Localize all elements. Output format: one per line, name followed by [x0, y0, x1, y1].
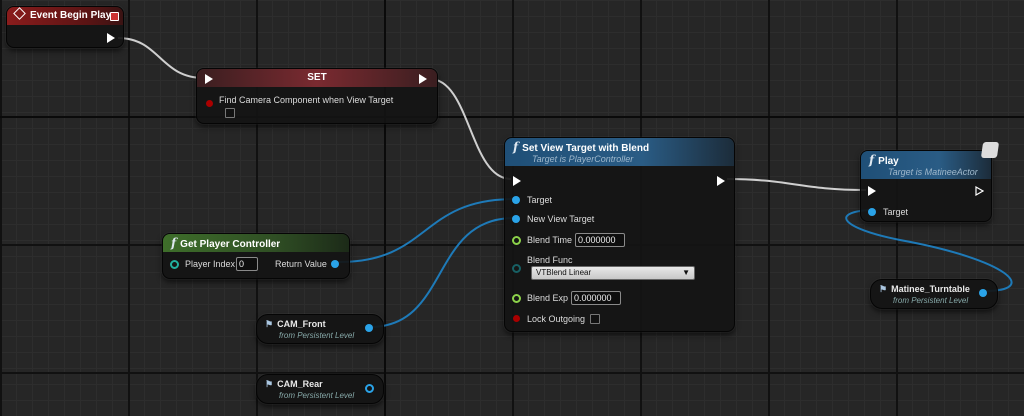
exec-out-pin[interactable] [107, 33, 115, 43]
matinee-subtitle: from Persistent Level [893, 296, 969, 305]
svt-blend-time-label: Blend Time [527, 235, 573, 245]
cam-front-title: CAM_Front [277, 319, 326, 329]
svt-blend-func-pin[interactable] [512, 264, 521, 273]
actor-variable-icon: ⚑ [265, 379, 274, 389]
set-exec-out-pin[interactable] [419, 74, 427, 84]
grid-axis-horizontal [0, 116, 1024, 118]
function-f-icon: f [513, 140, 519, 154]
cam-front-subtitle: from Persistent Level [279, 331, 355, 340]
gpc-player-index-pin[interactable] [170, 260, 179, 269]
svt-lock-outgoing-label: Lock Outgoing [527, 314, 586, 324]
svt-new-view-target-label: New View Target [527, 214, 595, 224]
actor-variable-icon: ⚑ [265, 319, 274, 329]
set-property-label: Find Camera Component when View Target [219, 95, 394, 105]
play-title: Play [878, 156, 899, 167]
play-header: f Play Target is MatineeActor [861, 151, 991, 179]
matinee-actor-icon [980, 142, 1000, 158]
cam-front-node[interactable]: ⚑ CAM_Front from Persistent Level [256, 314, 384, 344]
cam-rear-title: CAM_Rear [277, 379, 323, 389]
gpc-title: Get Player Controller [180, 239, 281, 250]
gpc-return-value-label: Return Value [275, 259, 327, 269]
play-exec-out-pin[interactable] [975, 186, 984, 196]
player-index-input[interactable]: 0 [236, 257, 258, 271]
diamond-event-icon [13, 7, 26, 20]
set-node[interactable]: SET Find Camera Component when View Targ… [196, 68, 438, 124]
set-view-target-node[interactable]: f Set View Target with Blend Target is Pl… [504, 137, 735, 332]
play-exec-in-pin[interactable] [868, 186, 876, 196]
wire-camfront-newviewtarget [369, 217, 515, 328]
dropdown-caret-icon: ▼ [682, 268, 690, 277]
blend-exp-input[interactable]: 0.000000 [571, 291, 621, 305]
set-header: SET [197, 69, 437, 87]
red-square-icon [110, 12, 119, 21]
wire-exec-set-svt [429, 78, 512, 180]
matinee-title-row: ⚑ Matinee_Turntable [879, 284, 970, 295]
matinee-out-pin[interactable] [979, 289, 987, 297]
play-subtitle: Target is MatineeActor [888, 167, 978, 177]
cam-front-out-pin[interactable] [365, 324, 373, 332]
svt-blend-exp-label: Blend Exp [527, 293, 569, 303]
function-f-icon: f [171, 236, 177, 250]
play-node[interactable]: f Play Target is MatineeActor Target [860, 150, 992, 222]
play-target-label: Target [883, 207, 909, 217]
event-begin-play-node[interactable]: Event Begin Play [6, 6, 124, 48]
lock-outgoing-checkbox[interactable] [590, 314, 600, 324]
svt-subtitle: Target is PlayerController [532, 154, 634, 164]
svt-new-view-target-pin[interactable] [512, 215, 520, 223]
matinee-turntable-node[interactable]: ⚑ Matinee_Turntable from Persistent Level [870, 279, 998, 309]
svt-title: Set View Target with Blend [522, 143, 650, 154]
event-begin-play-header: Event Begin Play [7, 7, 123, 25]
cam-rear-out-pin[interactable] [365, 384, 374, 393]
gpc-header: f Get Player Controller [163, 234, 349, 252]
blend-func-dropdown[interactable]: VTBlend Linear ▼ [531, 266, 695, 280]
svt-blend-func-label: Blend Func [527, 255, 573, 265]
cam-rear-title-row: ⚑ CAM_Rear [265, 379, 323, 390]
set-exec-in-pin[interactable] [205, 74, 213, 84]
svt-exec-in-pin[interactable] [513, 176, 521, 186]
blend-func-value: VTBlend Linear [536, 268, 592, 277]
svt-target-pin[interactable] [512, 196, 520, 204]
wire-exec-begin-set [117, 37, 205, 79]
gpc-return-value-pin[interactable] [331, 260, 339, 268]
blend-time-input[interactable]: 0.000000 [575, 233, 625, 247]
gpc-player-index-label: Player Index [185, 259, 236, 269]
grid-axis-vertical [384, 0, 386, 416]
actor-variable-icon: ⚑ [879, 284, 888, 294]
svt-header: f Set View Target with Blend Target is Pl… [505, 138, 734, 166]
svt-lock-outgoing-pin[interactable] [513, 315, 520, 322]
matinee-title: Matinee_Turntable [891, 284, 970, 294]
bool-pin[interactable] [206, 100, 213, 107]
event-begin-play-title: Event Begin Play [30, 10, 112, 21]
play-target-pin[interactable] [868, 208, 876, 216]
set-title: SET [307, 72, 327, 83]
function-f-icon: f [869, 153, 875, 167]
cam-rear-subtitle: from Persistent Level [279, 391, 355, 400]
wire-return-target [338, 198, 515, 263]
svt-blend-exp-pin[interactable] [512, 294, 521, 303]
svt-target-label: Target [527, 195, 553, 205]
wire-exec-svt-play [726, 178, 867, 191]
svt-blend-time-pin[interactable] [512, 236, 521, 245]
get-player-controller-node[interactable]: f Get Player Controller Player Index 0 Re… [162, 233, 350, 279]
set-property-checkbox[interactable] [225, 108, 235, 118]
cam-front-title-row: ⚑ CAM_Front [265, 319, 326, 330]
svt-exec-out-pin[interactable] [717, 176, 725, 186]
cam-rear-node[interactable]: ⚑ CAM_Rear from Persistent Level [256, 374, 384, 404]
